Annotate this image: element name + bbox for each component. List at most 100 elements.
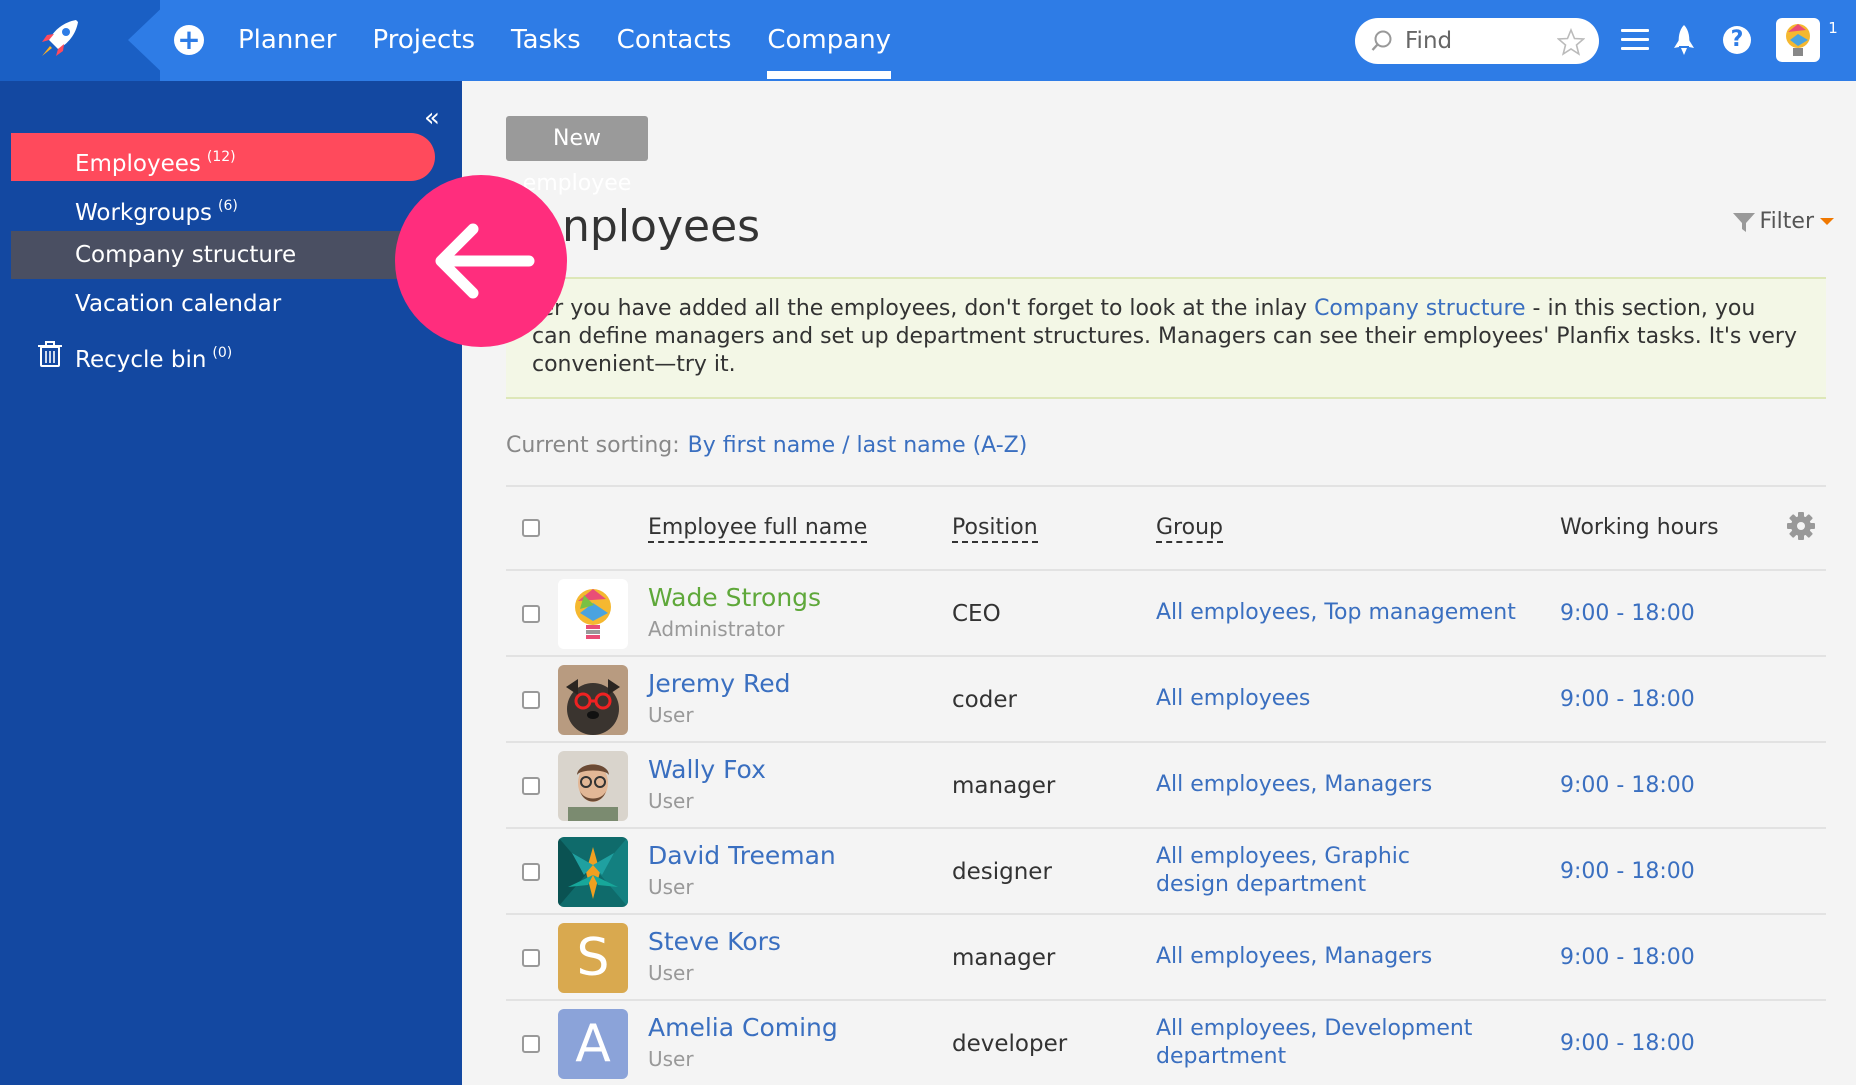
employee-name-link[interactable]: Wade Strongs (648, 583, 821, 612)
employee-position: manager (952, 773, 1056, 799)
employee-role: User (648, 703, 694, 727)
sidebar-item-employees[interactable]: Employees (12) (11, 133, 435, 181)
filter-button[interactable]: Filter (1732, 209, 1834, 234)
search-icon (1371, 30, 1392, 51)
rocket-icon[interactable] (1671, 24, 1697, 56)
working-hours-link[interactable]: 9:00 - 18:00 (1560, 859, 1695, 884)
table-row[interactable]: Wade Strongs Administrator CEO All emplo… (506, 571, 1826, 657)
chevron-down-icon (1820, 218, 1834, 225)
filter-icon (1732, 212, 1755, 232)
page-title: nployees (562, 201, 761, 252)
employee-position: coder (952, 687, 1017, 713)
employee-name-link[interactable]: Wally Fox (648, 755, 766, 784)
star-icon[interactable] (1557, 28, 1585, 56)
nav-contacts[interactable]: Contacts (617, 0, 732, 81)
employee-name-link[interactable]: Steve Kors (648, 927, 781, 956)
search-placeholder: Find (1405, 28, 1453, 54)
group-link[interactable]: All employees (1156, 844, 1310, 869)
select-all-checkbox[interactable] (522, 519, 540, 537)
employee-groups: All employees, Managers (1156, 944, 1433, 969)
employee-role: User (648, 875, 694, 899)
working-hours-link[interactable]: 9:00 - 18:00 (1560, 601, 1695, 626)
nav-planner[interactable]: Planner (238, 0, 336, 81)
gear-icon[interactable] (1786, 511, 1816, 541)
row-checkbox[interactable] (522, 605, 540, 623)
row-checkbox[interactable] (522, 777, 540, 795)
avatar[interactable]: A (558, 1009, 628, 1079)
sidebar-item-vacation-calendar[interactable]: Vacation calendar (11, 280, 435, 328)
avatar[interactable] (558, 665, 628, 735)
table-row[interactable]: David Treeman User designer All employee… (506, 829, 1826, 915)
user-avatar[interactable] (1776, 18, 1820, 62)
help-icon[interactable]: ? (1723, 26, 1751, 54)
avatar[interactable] (558, 837, 628, 907)
sidebar-item-recycle-bin[interactable]: Recycle bin (0) (11, 329, 435, 377)
avatar[interactable]: S (558, 923, 628, 993)
group-link[interactable]: Managers (1324, 944, 1432, 969)
collapse-sidebar-icon[interactable]: « (424, 103, 440, 133)
add-new-button[interactable]: + (174, 25, 204, 55)
trash-icon (38, 341, 62, 367)
sidebar-item-label: Vacation calendar (75, 291, 282, 317)
group-link[interactable]: Top management (1324, 600, 1516, 625)
employee-groups: All employees, Managers (1156, 772, 1433, 797)
company-structure-link[interactable]: Company structure (1314, 296, 1526, 321)
notification-badge[interactable]: 1 (1822, 16, 1844, 40)
group-link[interactable]: All employees (1156, 944, 1310, 969)
nav-company[interactable]: Company (767, 0, 891, 81)
bulb-avatar-icon (1786, 24, 1810, 56)
sidebar-item-workgroups[interactable]: Workgroups (6) (11, 182, 435, 230)
employee-name-link[interactable]: David Treeman (648, 841, 836, 870)
menu-icon[interactable] (1621, 29, 1649, 51)
table-row[interactable]: A Amelia Coming User developer All emplo… (506, 1001, 1826, 1085)
column-header-position[interactable]: Position (952, 515, 1038, 543)
employee-position: designer (952, 859, 1052, 885)
employee-role: User (648, 1047, 694, 1071)
group-link[interactable]: All employees (1156, 600, 1310, 625)
employee-role: Administrator (648, 617, 785, 641)
working-hours-link[interactable]: 9:00 - 18:00 (1560, 1031, 1695, 1056)
working-hours-link[interactable]: 9:00 - 18:00 (1560, 687, 1695, 712)
sorting-bar: Current sorting: By first name / last nam… (506, 433, 1027, 458)
column-header-working-hours: Working hours (1560, 515, 1719, 540)
employee-position: developer (952, 1031, 1068, 1057)
pug-avatar-icon (566, 679, 620, 735)
table-row[interactable]: Wally Fox User manager All employees, Ma… (506, 743, 1826, 829)
sidebar-item-company-structure[interactable]: Company structure (11, 231, 435, 279)
sidebar-item-label: Workgroups (75, 200, 213, 226)
employee-name-link[interactable]: Jeremy Red (648, 669, 790, 698)
sidebar-item-count: (12) (206, 149, 236, 165)
logo[interactable] (0, 0, 170, 81)
group-link[interactable]: All employees (1156, 686, 1310, 711)
row-checkbox[interactable] (522, 863, 540, 881)
row-checkbox[interactable] (522, 691, 540, 709)
table-row[interactable]: S Steve Kors User manager All employees,… (506, 915, 1826, 1001)
row-checkbox[interactable] (522, 1035, 540, 1053)
sidebar-item-count: (6) (218, 198, 238, 214)
employee-position: manager (952, 945, 1056, 971)
column-header-group[interactable]: Group (1156, 515, 1223, 543)
avatar[interactable] (558, 751, 628, 821)
rocket-logo-icon (42, 20, 78, 56)
group-link[interactable]: All employees (1156, 772, 1310, 797)
group-link[interactable]: Managers (1324, 772, 1432, 797)
man-glasses-avatar-icon (568, 764, 618, 821)
column-header-name[interactable]: Employee full name (648, 515, 868, 543)
working-hours-link[interactable]: 9:00 - 18:00 (1560, 773, 1695, 798)
new-employee-button[interactable]: New employee (506, 116, 648, 196)
sorting-link[interactable]: By first name / last name (A-Z) (688, 433, 1028, 458)
table-row[interactable]: Jeremy Red User coder All employees 9:00… (506, 657, 1826, 743)
avatar[interactable] (558, 579, 628, 649)
employee-name-link[interactable]: Amelia Coming (648, 1013, 838, 1042)
arrow-left-icon (435, 223, 535, 299)
nav-projects[interactable]: Projects (372, 0, 475, 81)
search-input[interactable]: Find (1355, 18, 1599, 64)
employee-position: CEO (952, 601, 1001, 627)
employee-role: User (648, 961, 694, 985)
working-hours-link[interactable]: 9:00 - 18:00 (1560, 945, 1695, 970)
plant-avatar-icon (558, 837, 628, 907)
employee-groups: All employees, Top management (1156, 600, 1516, 625)
group-link[interactable]: All employees (1156, 1016, 1310, 1041)
nav-tasks[interactable]: Tasks (511, 0, 581, 81)
row-checkbox[interactable] (522, 949, 540, 967)
